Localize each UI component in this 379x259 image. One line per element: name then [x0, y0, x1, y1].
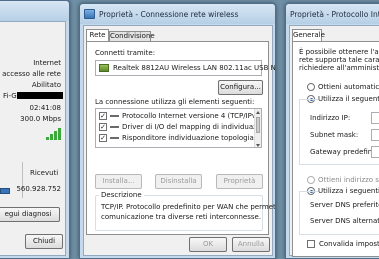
- ssid-redacted-bar: [17, 92, 63, 99]
- connection-ipv4-value: Internet: [33, 59, 61, 67]
- scroll-up-arrow-icon[interactable]: [256, 111, 260, 114]
- wifi-status-client: Internet n accesso alle rete Abilitato F…: [0, 21, 66, 256]
- ip-address-label: Indirizzo IP:: [310, 114, 351, 122]
- intro-line-2: rete supporta tale caratteristi: [299, 56, 379, 64]
- items-label: La connessione utilizza gli elementi seg…: [95, 98, 255, 106]
- adapter-name: Realtek 8812AU Wireless LAN 802.11ac USB…: [113, 64, 276, 72]
- network-activity-icon: [0, 182, 14, 194]
- gateway-label: Gateway predefinito:: [310, 148, 379, 156]
- validate-settings-checkbox[interactable]: [307, 240, 315, 248]
- tab-rete-panel: Connetti tramite: Realtek 8812AU Wireles…: [86, 41, 275, 235]
- connect-using-label: Connetti tramite:: [95, 49, 156, 57]
- received-bytes-value: 560.928.752: [16, 185, 61, 193]
- protocol-icon: [110, 137, 119, 139]
- manual-ip-label: Utilizza il seguente indiriz: [318, 95, 379, 103]
- description-line-2: comunicazione tra diverse reti interconn…: [101, 213, 262, 221]
- adapter-box: Realtek 8812AU Wireless LAN 802.11ac USB…: [95, 60, 275, 76]
- items-list: ✓ Protocollo Internet versione 4 (TCP/IP…: [95, 108, 262, 148]
- signal-quality-icon: [46, 126, 64, 140]
- ipv4-properties-client: Generale È possibile ottenere l'assegnaz…: [289, 25, 379, 257]
- wireless-properties-title: Proprietà - Connessione rete wireless: [99, 9, 239, 19]
- nic-icon: [99, 64, 109, 72]
- preferred-dns-label: Server DNS preferito:: [310, 201, 379, 209]
- list-item[interactable]: ✓ Risponditore individuazione topologia …: [96, 133, 261, 144]
- scroll-down-arrow-icon[interactable]: [256, 144, 260, 147]
- list-item[interactable]: ✓ Driver di I/O del mapping di individua…: [96, 122, 261, 133]
- configure-button[interactable]: Configura...: [218, 80, 263, 95]
- description-line-1: TCP/IP. Protocollo predefinito per WAN c…: [101, 203, 276, 211]
- item-label: Driver di I/O del mapping di individuazi…: [122, 123, 261, 131]
- auto-dns-radio[interactable]: [307, 176, 315, 184]
- intro-line-1: È possibile ottenere l'assegnaz: [299, 48, 379, 56]
- alternate-dns-label: Server DNS alternativo:: [310, 217, 379, 225]
- description-title: Descrizione: [99, 191, 144, 199]
- properties-button[interactable]: Proprietà: [216, 174, 263, 189]
- wifi-status-titlebar: [0, 1, 69, 21]
- ip-address-field[interactable]: [371, 112, 379, 124]
- subnet-mask-label: Subnet mask:: [310, 131, 359, 139]
- wifi-status-window: Internet n accesso alle rete Abilitato F…: [0, 0, 70, 259]
- uninstall-button[interactable]: Disinstalla: [155, 174, 202, 189]
- close-button[interactable]: Chiudi: [25, 234, 63, 249]
- ok-button[interactable]: OK: [189, 237, 227, 252]
- duration-value: 02:41:08: [29, 104, 61, 112]
- scroll-thumb[interactable]: [256, 117, 260, 133]
- tab-rete[interactable]: Rete: [86, 29, 109, 41]
- subnet-mask-field[interactable]: [371, 129, 379, 141]
- received-label: Ricevuti: [30, 169, 59, 177]
- ipv4-properties-title: Proprietà - Protocollo Internet v: [290, 9, 379, 19]
- item-checkbox[interactable]: ✓: [99, 123, 107, 131]
- item-label: Risponditore individuazione topologia li…: [122, 134, 261, 142]
- validate-settings-label: Convalida impostazioni all: [319, 240, 379, 248]
- manual-dns-group: [299, 191, 379, 235]
- speed-value: 300.0 Mbps: [20, 115, 61, 123]
- ipv4-properties-titlebar: Proprietà - Protocollo Internet v: [286, 4, 379, 24]
- media-state-value: Abilitato: [31, 81, 61, 89]
- list-scrollbar[interactable]: [254, 109, 261, 147]
- wireless-properties-client: Rete Condivisione Connetti tramite: Real…: [83, 25, 275, 256]
- ssid-value: Fi-G: [3, 92, 17, 100]
- protocol-icon: [110, 115, 119, 117]
- install-button[interactable]: Installa...: [95, 174, 142, 189]
- manual-dns-label: Utilizza i seguenti indirizz: [318, 187, 379, 195]
- auto-dns-label: Ottieni indirizzo server DN: [318, 176, 379, 184]
- connection-ipv6-value: n accesso alle rete: [0, 70, 61, 78]
- list-item[interactable]: ✓ Protocollo Internet versione 4 (TCP/IP…: [96, 111, 261, 122]
- intro-line-3: richiedere all'amministratore d: [299, 64, 379, 72]
- item-checkbox[interactable]: ✓: [99, 112, 107, 120]
- auto-ip-radio[interactable]: [307, 83, 315, 91]
- ipv4-properties-window: Proprietà - Protocollo Internet v Genera…: [285, 3, 379, 259]
- cancel-button[interactable]: Annulla: [232, 237, 270, 252]
- network-adapter-icon: [84, 9, 95, 19]
- item-label: Protocollo Internet versione 4 (TCP/IPv4…: [122, 112, 262, 120]
- protocol-icon: [110, 126, 119, 128]
- tab-generale[interactable]: Generale: [292, 29, 325, 41]
- tab-generale-panel: È possibile ottenere l'assegnaz rete sup…: [292, 41, 379, 257]
- item-checkbox[interactable]: ✓: [99, 134, 107, 142]
- diagnose-button[interactable]: egui diagnosi: [0, 207, 60, 222]
- gateway-field[interactable]: [371, 146, 379, 158]
- wireless-properties-titlebar: Proprietà - Connessione rete wireless: [80, 4, 275, 24]
- tab-condivisione[interactable]: Condivisione: [109, 31, 155, 41]
- auto-ip-label: Ottieni automaticamente: [318, 83, 379, 91]
- wireless-properties-window: Proprietà - Connessione rete wireless Re…: [79, 3, 276, 259]
